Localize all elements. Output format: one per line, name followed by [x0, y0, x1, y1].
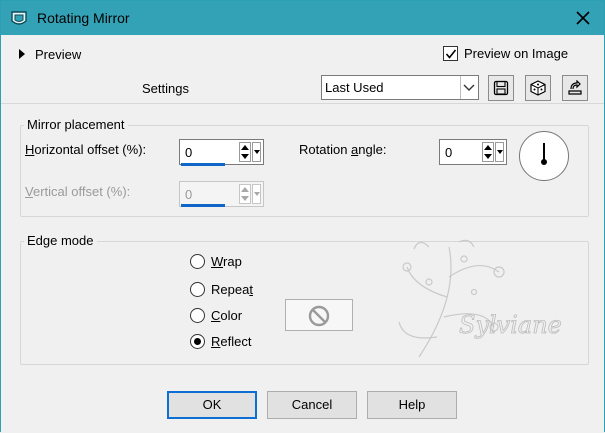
settings-value: Last Used — [325, 80, 384, 95]
dial-needle-icon — [541, 143, 547, 165]
horizontal-offset-label: Horizontal offset (%): — [25, 142, 146, 157]
chevron-down-icon — [254, 150, 260, 154]
vertical-offset-label-text: ertical offset (%): — [32, 184, 131, 199]
settings-label: Settings — [142, 81, 189, 96]
mirror-placement-title: Mirror placement — [24, 117, 128, 132]
checkbox-box[interactable] — [443, 46, 458, 61]
rotation-angle-value: 0 — [445, 145, 453, 160]
radio-reflect[interactable] — [190, 334, 205, 349]
arrow-down-icon — [241, 196, 249, 201]
repeat-label: Repeat — [211, 282, 253, 297]
radio-wrap[interactable] — [190, 254, 205, 269]
horizontal-offset-input[interactable]: 0 — [179, 139, 264, 165]
sylviane-watermark-image: Sylviane — [398, 239, 562, 358]
vertical-offset-stepper — [239, 184, 251, 204]
wrap-label: Wrap — [211, 254, 242, 269]
rotation-angle-stepper[interactable] — [482, 142, 494, 162]
reset-icon — [568, 80, 582, 95]
chevron-down-icon — [254, 192, 260, 196]
rotation-angle-input[interactable]: 0 — [439, 139, 507, 165]
settings-dropdown[interactable]: Last Used — [321, 75, 479, 100]
arrow-up-icon — [241, 187, 249, 192]
horizontal-offset-slider[interactable] — [181, 163, 225, 166]
arrow-up-icon — [241, 145, 249, 150]
window-title: Rotating Mirror — [37, 10, 130, 26]
edge-mode-title: Edge mode — [24, 233, 97, 248]
rotating-mirror-dialog: Rotating Mirror Preview Preview on Image… — [0, 0, 605, 433]
rotation-angle-label: Rotation angle: — [299, 142, 386, 157]
vertical-offset-hotkey: V — [25, 184, 33, 199]
vertical-offset-value: 0 — [185, 187, 193, 202]
watermark-text: Sylviane — [459, 311, 562, 339]
color-hotkey: C — [211, 308, 221, 323]
vertical-offset-menu — [252, 184, 261, 204]
wrap-label-text: rap — [223, 254, 242, 269]
expand-arrow-icon — [19, 49, 25, 59]
arrow-up-icon — [484, 145, 492, 150]
vertical-offset-label: Vertical offset (%): — [25, 184, 130, 199]
horizontal-offset-label-text: orizontal offset (%): — [34, 142, 147, 157]
reset-button[interactable] — [562, 75, 588, 101]
reflect-label: Reflect — [211, 334, 251, 349]
rotation-angle-dial[interactable] — [519, 131, 569, 181]
arrow-down-icon — [241, 154, 249, 159]
reflect-hotkey: R — [211, 334, 221, 349]
repeat-label-text: Repea — [211, 282, 250, 297]
cancel-button[interactable]: Cancel — [267, 391, 357, 419]
app-icon — [11, 11, 27, 25]
dice-icon — [530, 80, 546, 96]
preview-label: Preview — [35, 47, 82, 62]
arrow-down-icon — [484, 154, 492, 159]
chevron-down-icon — [463, 84, 475, 91]
color-label-text: olor — [220, 308, 243, 323]
horizontal-offset-hotkey: H — [25, 142, 35, 157]
randomize-button[interactable] — [525, 75, 551, 101]
preview-on-image-label: Preview on Image — [464, 46, 569, 61]
horizontal-offset-value: 0 — [185, 145, 193, 160]
chevron-down-icon — [497, 150, 503, 154]
ok-button[interactable]: OK — [167, 391, 257, 419]
save-icon — [493, 80, 509, 96]
rotation-angle-label-pre: Rotation — [299, 142, 352, 157]
reflect-label-text: eflect — [220, 334, 252, 349]
rotation-angle-label-post: ngle: — [358, 142, 387, 157]
wrap-hotkey: W — [211, 254, 224, 269]
edge-color-swatch — [285, 299, 353, 331]
radio-repeat[interactable] — [190, 282, 205, 297]
no-color-icon — [308, 305, 330, 327]
rotation-angle-menu[interactable] — [495, 142, 504, 162]
help-button[interactable]: Help — [367, 391, 457, 419]
dropdown-arrow[interactable] — [460, 76, 478, 99]
radio-color[interactable] — [190, 308, 205, 323]
color-label: Color — [211, 308, 242, 323]
close-button[interactable] — [570, 6, 596, 30]
save-preset-button[interactable] — [488, 75, 514, 101]
vertical-offset-slider — [181, 204, 225, 207]
close-icon — [576, 11, 590, 25]
horizontal-offset-stepper[interactable] — [239, 142, 251, 162]
horizontal-offset-menu[interactable] — [252, 142, 261, 162]
title-bar: Rotating Mirror — [1, 1, 604, 35]
repeat-hotkey: t — [249, 282, 253, 297]
check-icon — [445, 49, 457, 59]
